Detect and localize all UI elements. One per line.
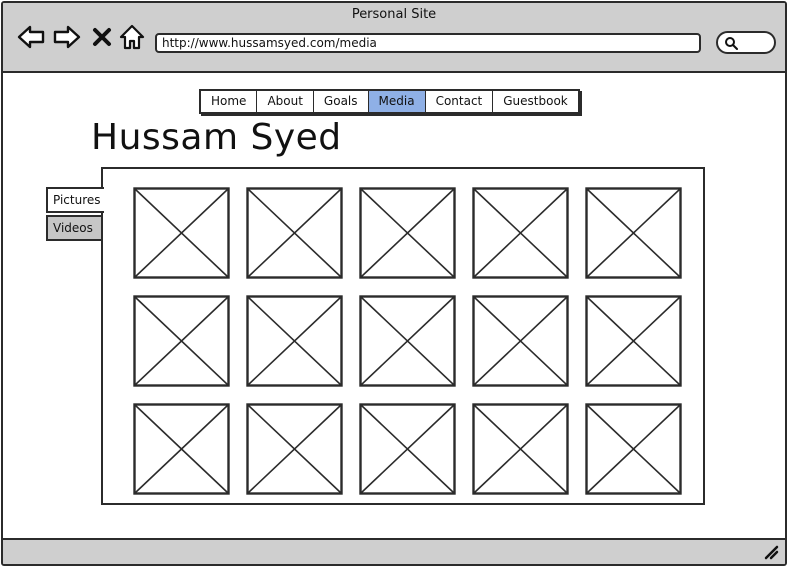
image-placeholder[interactable]: [133, 295, 230, 387]
search-icon: [725, 37, 738, 50]
window-title: Personal Site: [351, 7, 437, 22]
picture-grid: [133, 187, 682, 495]
tab-pictures[interactable]: Pictures: [46, 187, 104, 213]
image-placeholder-icon: [359, 295, 456, 387]
image-placeholder[interactable]: [359, 187, 456, 279]
image-placeholder-icon: [133, 295, 230, 387]
image-placeholder-icon: [472, 295, 569, 387]
media-panel: [101, 167, 705, 505]
image-placeholder-icon: [246, 403, 343, 495]
resize-grip-icon: [764, 545, 779, 560]
image-placeholder-icon: [359, 187, 456, 279]
page-title: Hussam Syed: [91, 117, 342, 158]
forward-button[interactable]: [53, 23, 81, 51]
image-placeholder[interactable]: [585, 187, 682, 279]
menu-item-home[interactable]: Home: [201, 91, 258, 112]
image-placeholder-icon: [133, 187, 230, 279]
browser-chrome: Personal Site http://www.hussamsyed.com/…: [3, 3, 785, 73]
arrow-right-icon: [53, 25, 81, 49]
image-placeholder[interactable]: [133, 187, 230, 279]
tab-videos[interactable]: Videos: [46, 215, 104, 241]
image-placeholder-icon: [585, 187, 682, 279]
back-button[interactable]: [17, 23, 45, 51]
menu-item-contact[interactable]: Contact: [426, 91, 494, 112]
image-placeholder-icon: [133, 403, 230, 495]
main-menu: Home About Goals Media Contact Guestbook: [199, 89, 580, 114]
image-placeholder[interactable]: [585, 295, 682, 387]
image-placeholder-icon: [359, 403, 456, 495]
image-placeholder[interactable]: [359, 403, 456, 495]
menu-item-media[interactable]: Media: [368, 91, 426, 112]
menu-item-about[interactable]: About: [257, 91, 314, 112]
image-placeholder[interactable]: [246, 295, 343, 387]
address-bar[interactable]: http://www.hussamsyed.com/media: [155, 33, 701, 53]
home-icon: [119, 24, 145, 50]
close-icon: [93, 28, 111, 46]
image-placeholder[interactable]: [472, 187, 569, 279]
image-placeholder[interactable]: [246, 187, 343, 279]
home-button[interactable]: [118, 23, 146, 51]
image-placeholder[interactable]: [246, 403, 343, 495]
image-placeholder[interactable]: [472, 403, 569, 495]
image-placeholder-icon: [246, 187, 343, 279]
arrow-left-icon: [17, 25, 45, 49]
image-placeholder-icon: [472, 403, 569, 495]
image-placeholder-icon: [585, 403, 682, 495]
menu-item-guestbook[interactable]: Guestbook: [493, 91, 578, 112]
image-placeholder-icon: [246, 295, 343, 387]
image-placeholder[interactable]: [133, 403, 230, 495]
browser-window: Personal Site http://www.hussamsyed.com/…: [1, 1, 787, 566]
image-placeholder[interactable]: [359, 295, 456, 387]
stop-button[interactable]: [91, 23, 113, 51]
resize-handle[interactable]: [763, 544, 779, 560]
menu-item-goals[interactable]: Goals: [314, 91, 369, 112]
image-placeholder[interactable]: [472, 295, 569, 387]
status-bar: [3, 538, 785, 564]
image-placeholder[interactable]: [585, 403, 682, 495]
search-field[interactable]: [716, 31, 776, 54]
image-placeholder-icon: [585, 295, 682, 387]
image-placeholder-icon: [472, 187, 569, 279]
